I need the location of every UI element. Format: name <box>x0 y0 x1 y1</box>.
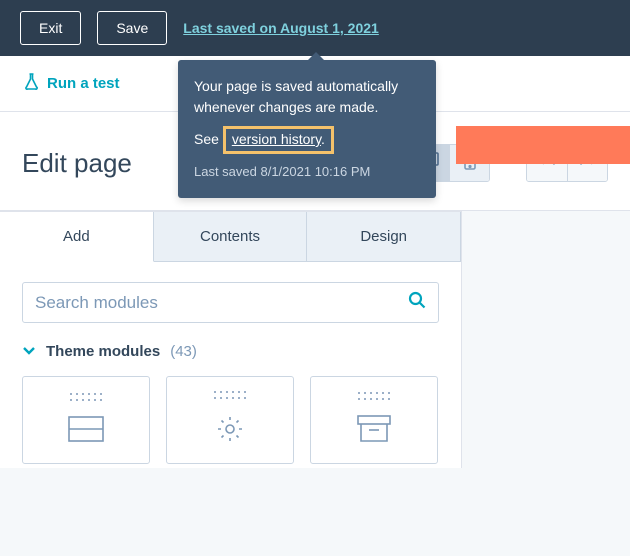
tooltip-version-line: See version history. <box>194 126 420 154</box>
tooltip-last-saved: Last saved 8/1/2021 10:16 PM <box>194 162 420 182</box>
section-count: (43) <box>170 343 197 360</box>
page-title: Edit page <box>22 148 132 179</box>
panel-tabs: Add Contents Design <box>0 212 461 262</box>
version-history-link[interactable]: version history <box>232 131 321 147</box>
save-tooltip: Your page is saved automatically wheneve… <box>178 60 436 198</box>
topbar: Exit Save Last saved on August 1, 2021 <box>0 0 630 56</box>
search-modules-field[interactable] <box>22 282 439 323</box>
module-cards <box>0 372 461 468</box>
drag-handle-icon <box>70 393 103 402</box>
module-card-archive[interactable] <box>310 376 438 464</box>
flask-icon <box>24 73 39 95</box>
tooltip-see: See <box>194 131 219 147</box>
theme-modules-header[interactable]: Theme modules (43) <box>0 331 461 372</box>
tab-contents[interactable]: Contents <box>154 212 308 262</box>
tooltip-autosave-text: Your page is saved automatically wheneve… <box>194 76 420 118</box>
accent-strip <box>456 126 630 164</box>
search-input[interactable] <box>35 293 408 313</box>
search-icon <box>408 291 426 314</box>
exit-button[interactable]: Exit <box>20 11 81 45</box>
chevron-down-icon <box>22 343 36 360</box>
tab-design[interactable]: Design <box>307 212 461 262</box>
section-icon <box>68 416 104 447</box>
version-history-highlight: version history. <box>223 126 334 154</box>
save-button[interactable]: Save <box>97 11 167 45</box>
module-card-settings[interactable] <box>166 376 294 464</box>
last-saved-link[interactable]: Last saved on August 1, 2021 <box>183 20 379 36</box>
drag-handle-icon <box>358 392 391 401</box>
section-title: Theme modules <box>46 343 160 360</box>
gear-icon <box>215 414 245 449</box>
run-a-test-link[interactable]: Run a test <box>24 73 120 95</box>
run-test-label: Run a test <box>47 75 120 92</box>
tooltip-period: . <box>321 131 325 147</box>
tab-add[interactable]: Add <box>0 212 154 262</box>
module-card-section[interactable] <box>22 376 150 464</box>
side-panel: Add Contents Design Theme modules (43) <box>0 211 462 468</box>
drag-handle-icon <box>214 391 247 400</box>
archive-icon <box>357 415 391 448</box>
